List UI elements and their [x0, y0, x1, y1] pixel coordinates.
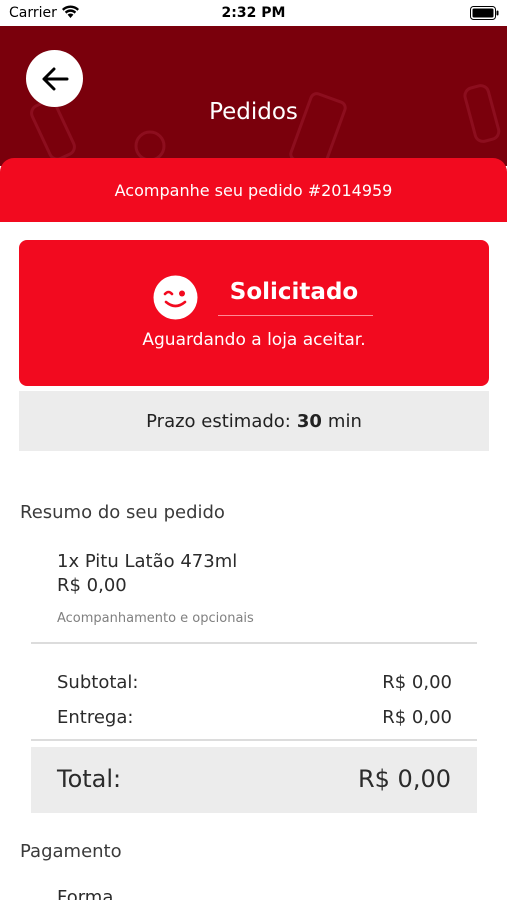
total-label: Total:: [57, 765, 122, 793]
wink-face-icon: [153, 275, 198, 320]
status-bar: Carrier 2:32 PM: [0, 0, 507, 26]
total-value: R$ 0,00: [357, 765, 451, 793]
item-name: 1x Pitu Latão 473ml: [57, 551, 238, 572]
order-tracking-text: Acompanhe seu pedido #2014959: [114, 180, 393, 200]
page-title: Pedidos: [209, 99, 298, 125]
arrow-left-icon: [42, 67, 68, 90]
app-header: Pedidos: [0, 26, 507, 166]
summary-title: Resumo do seu pedido: [20, 502, 225, 523]
eta-value: 30: [296, 410, 322, 432]
item-price: R$ 0,00: [57, 575, 127, 596]
status-underline: [218, 315, 373, 316]
delivery-label: Entrega:: [57, 707, 134, 728]
battery-icon: [470, 6, 499, 20]
divider: [31, 739, 477, 741]
item-note: Acompanhamento e opcionais: [57, 611, 254, 626]
divider: [31, 642, 477, 644]
subtotal-value: R$ 0,00: [382, 672, 452, 693]
delivery-value: R$ 0,00: [382, 707, 452, 728]
order-status-title: Solicitado: [229, 279, 359, 305]
delivery-row: Entrega: R$ 0,00: [57, 707, 452, 728]
clock: 2:32 PM: [221, 5, 286, 21]
payment-title: Pagamento: [20, 841, 122, 862]
order-status-subtitle: Aguardando a loja aceitar.: [142, 330, 366, 350]
order-status-card: Solicitado Aguardando a loja aceitar.: [19, 240, 489, 386]
estimated-time-bar: Prazo estimado: 30 min: [19, 391, 489, 451]
total-row: Total: R$ 0,00: [57, 765, 451, 793]
subtotal-row: Subtotal: R$ 0,00: [57, 672, 452, 693]
order-tracking-banner: Acompanhe seu pedido #2014959: [0, 158, 507, 222]
eta-unit: min: [327, 410, 362, 432]
payment-method-label: Forma: [57, 887, 114, 900]
eta-label: Prazo estimado:: [146, 410, 291, 432]
total-box: Total: R$ 0,00: [31, 747, 477, 813]
subtotal-label: Subtotal:: [57, 672, 139, 693]
